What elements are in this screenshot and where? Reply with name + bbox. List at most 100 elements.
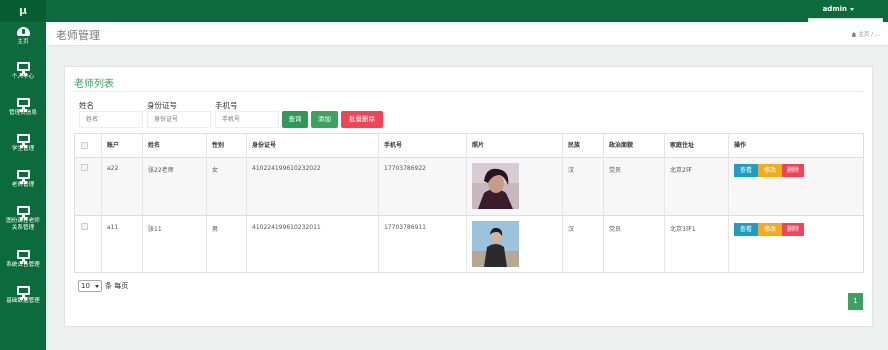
- per-page-label: 条 每页: [105, 282, 129, 290]
- row-divider: [75, 215, 863, 216]
- column-header-name[interactable]: 姓名: [148, 134, 160, 157]
- column-header-id-number[interactable]: 身份证号: [252, 134, 276, 157]
- cell-account: a22: [107, 165, 119, 172]
- sidebar-item-label: 图份课程老师: [6, 218, 40, 224]
- cell-account: a11: [107, 224, 119, 231]
- monitor-icon: [16, 98, 30, 110]
- sidebar-item-label-line2: 关系管理: [11, 225, 35, 231]
- cell-phone: 17703786911: [384, 224, 426, 231]
- cell-address: 北京2环: [670, 167, 692, 174]
- column-header-photo[interactable]: 照片: [472, 134, 484, 157]
- batch-delete-button[interactable]: 批量删除: [341, 111, 383, 128]
- sidebar-item-announcements[interactable]: 系统公告管理: [0, 250, 46, 269]
- monitor-icon: [16, 286, 30, 298]
- sidebar-item-label: 管理员信息: [9, 110, 37, 116]
- top-navbar: μ admin: [0, 0, 888, 22]
- cell-ethnicity: 汉: [568, 167, 575, 174]
- delete-button[interactable]: 删除: [782, 223, 804, 236]
- sidebar-item-teachers[interactable]: 老师管理: [0, 170, 46, 189]
- page-size-value: 10: [81, 282, 90, 290]
- chevron-down-icon: [95, 285, 99, 288]
- id-number-input[interactable]: [147, 111, 211, 128]
- monitor-icon: [16, 62, 30, 74]
- monitor-icon: [16, 170, 30, 182]
- column-header-political[interactable]: 政治面貌: [609, 134, 633, 157]
- cell-political: 党员: [609, 167, 622, 174]
- cell-name: 张22老师: [148, 167, 174, 174]
- add-button[interactable]: 添加: [311, 111, 338, 128]
- edit-button[interactable]: 修改: [758, 223, 782, 236]
- cell-id-number: 410224199610232011: [252, 224, 321, 231]
- page-title: 老师管理: [56, 29, 100, 42]
- sidebar-item-students[interactable]: 学生管理: [0, 134, 46, 153]
- monitor-icon: [16, 206, 30, 218]
- sidebar-item-base-data[interactable]: 基础数据管理: [0, 286, 46, 305]
- sidebar-item-admin-info[interactable]: 管理员信息: [0, 98, 46, 117]
- column-header-phone[interactable]: 手机号: [384, 134, 402, 157]
- page-1-button[interactable]: 1: [848, 293, 863, 310]
- dashboard-icon: [16, 27, 30, 36]
- panel-title: 老师列表: [74, 79, 114, 90]
- sidebar-item-label: 学生管理: [11, 146, 35, 152]
- breadcrumb: 主页 / ...: [851, 30, 880, 38]
- name-input[interactable]: [79, 111, 143, 128]
- page-size-select[interactable]: 10: [78, 280, 102, 292]
- sidebar-item-course-teacher[interactable]: 图份课程老师 关系管理: [0, 206, 46, 232]
- cell-ethnicity: 汉: [568, 226, 575, 233]
- col-divider: [206, 134, 207, 272]
- edit-button[interactable]: 修改: [758, 164, 782, 177]
- page-header: 老师管理 主页 / ...: [46, 22, 888, 46]
- column-header-actions: 操作: [734, 142, 747, 149]
- sidebar: 主页 个人中心 管理员信息 学生管理 老师管理 图份课程老师 关系管理 系统公告…: [0, 22, 46, 350]
- sidebar-item-label: 系统公告管理: [6, 262, 40, 268]
- col-divider: [562, 134, 563, 272]
- phone-label: 手机号: [215, 101, 238, 110]
- col-divider: [101, 134, 102, 272]
- col-divider: [603, 134, 604, 272]
- select-all-checkbox[interactable]: [81, 142, 88, 149]
- sidebar-item-label: 主页: [17, 39, 29, 45]
- cell-address: 北京3环1: [670, 226, 696, 233]
- col-divider: [728, 134, 729, 272]
- sidebar-item-label: 老师管理: [11, 182, 35, 188]
- app-logo: μ: [0, 0, 46, 22]
- view-button[interactable]: 查看: [734, 164, 758, 177]
- teacher-list-panel: 老师列表 姓名 身份证号 手机号 查询 添加 批量删除 账户 姓名 性别 身份证…: [64, 66, 873, 327]
- column-header-ethnicity[interactable]: 民族: [568, 134, 580, 157]
- view-button[interactable]: 查看: [734, 223, 758, 236]
- teacher-table: 账户 姓名 性别 身份证号 手机号 照片 民族 政治面貌 家庭住址 操作 a22…: [74, 133, 864, 273]
- sidebar-item-label: 个人中心: [11, 74, 35, 80]
- sidebar-item-home[interactable]: 主页: [0, 27, 46, 46]
- column-header-account[interactable]: 账户: [107, 134, 119, 157]
- breadcrumb-text[interactable]: 主页 / ...: [858, 32, 880, 38]
- sidebar-item-label: 基础数据管理: [6, 298, 40, 304]
- divider: [74, 91, 863, 92]
- id-label: 身份证号: [147, 101, 177, 110]
- name-label: 姓名: [79, 101, 94, 110]
- cell-gender: 女: [212, 167, 219, 174]
- teacher-photo[interactable]: [472, 163, 519, 209]
- row-checkbox[interactable]: [81, 164, 88, 171]
- query-button[interactable]: 查询: [282, 111, 308, 128]
- table-header-divider: [75, 157, 863, 158]
- user-menu[interactable]: admin: [823, 0, 854, 18]
- cell-id-number: 410224199610232022: [252, 165, 321, 172]
- monitor-icon: [16, 250, 30, 262]
- delete-button[interactable]: 删除: [782, 164, 804, 177]
- column-header-gender[interactable]: 性别: [212, 134, 224, 157]
- sidebar-item-profile[interactable]: 个人中心: [0, 62, 46, 81]
- col-divider: [378, 134, 379, 272]
- column-header-address[interactable]: 家庭住址: [670, 134, 694, 157]
- col-divider: [466, 134, 467, 272]
- teacher-photo[interactable]: [472, 221, 519, 267]
- col-divider: [664, 134, 665, 272]
- home-icon: [851, 32, 857, 37]
- monitor-icon: [16, 134, 30, 146]
- row-checkbox[interactable]: [81, 223, 88, 230]
- cell-gender: 男: [212, 226, 219, 233]
- col-divider: [142, 134, 143, 272]
- cell-political: 党员: [609, 226, 622, 233]
- user-name: admin: [822, 5, 847, 13]
- phone-input[interactable]: [215, 111, 279, 128]
- caret-down-icon: [850, 7, 854, 11]
